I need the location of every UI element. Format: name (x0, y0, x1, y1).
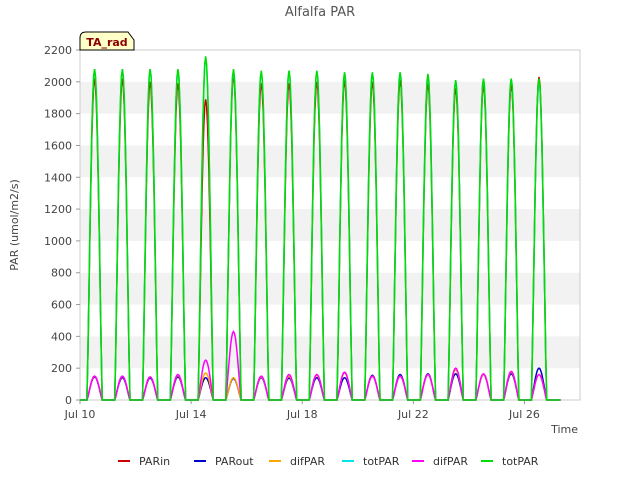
y-axis-ticks: 0 200 400 600 800 1000 1200 1400 1600 1800 2000 220… (44, 44, 80, 407)
x-tick-label: Jul 26 (508, 408, 540, 421)
ta-rad-badge: TA_rad (79, 31, 135, 51)
y-tick-label: 1200 (44, 203, 72, 216)
y-tick-label: 2200 (44, 44, 72, 57)
legend: PARin PARout difPAR totPAR difPAR totPAR (118, 455, 539, 468)
legend-label: PARin (139, 455, 170, 468)
x-tick-label: Jul 18 (286, 408, 318, 421)
y-tick-label: 1800 (44, 108, 72, 121)
legend-label: difPAR (290, 455, 325, 468)
y-axis-label: PAR (umol/m2/s) (8, 179, 21, 271)
chart-title: Alfalfa PAR (285, 5, 355, 20)
x-axis-ticks: Jul 10 Jul 14 Jul 18 Jul 22 Jul 26 (64, 400, 540, 421)
grid-band (80, 145, 580, 178)
y-tick-label: 2000 (44, 76, 72, 89)
x-tick-label: Jul 14 (175, 408, 207, 421)
y-tick-label: 1400 (44, 171, 72, 184)
x-tick-label: Jul 10 (64, 408, 96, 421)
y-tick-label: 1600 (44, 139, 72, 152)
y-tick-label: 200 (51, 362, 72, 375)
y-tick-label: 600 (51, 299, 72, 312)
x-axis-label: Time (550, 423, 578, 436)
y-tick-label: 800 (51, 267, 72, 280)
x-tick-label: Jul 22 (397, 408, 429, 421)
y-tick-label: 0 (65, 394, 72, 407)
badge-label: TA_rad (86, 36, 127, 49)
y-tick-label: 400 (51, 330, 72, 343)
legend-label: difPAR (433, 455, 468, 468)
legend-label: PARout (215, 455, 254, 468)
legend-label: totPAR (363, 455, 400, 468)
grid-band (80, 81, 580, 114)
legend-label: totPAR (502, 455, 539, 468)
y-tick-label: 1000 (44, 235, 72, 248)
chart: Alfalfa PAR 0 200 400 600 800 1000 1200 1400 160… (8, 5, 581, 468)
